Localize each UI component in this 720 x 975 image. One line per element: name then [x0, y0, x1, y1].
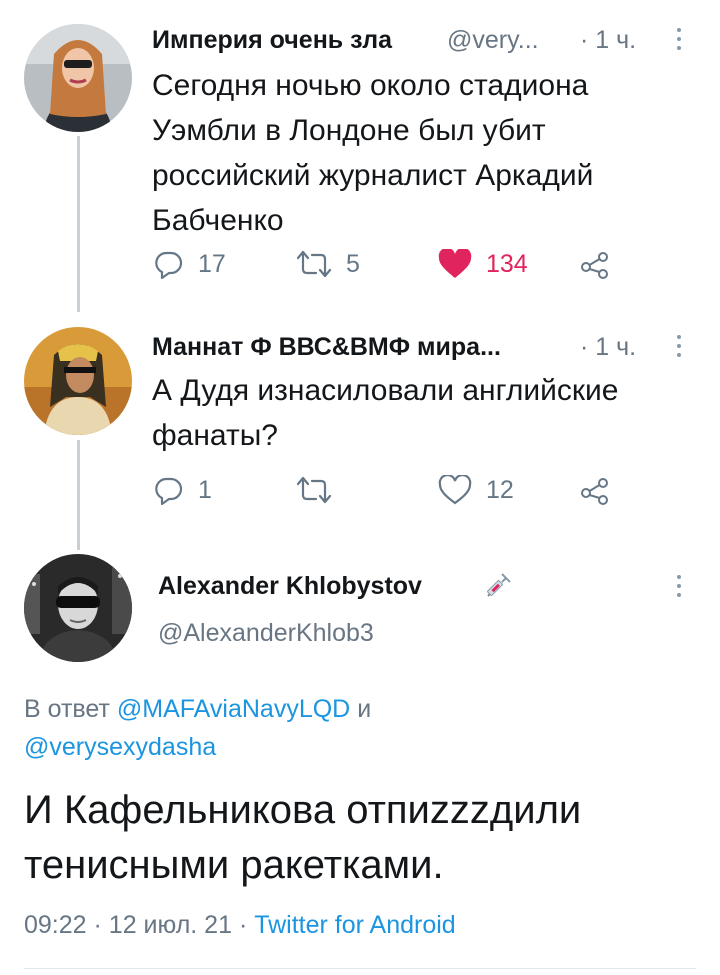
- more-icon[interactable]: [677, 575, 683, 602]
- avatar-image: [24, 24, 132, 132]
- retweet-count: 5: [346, 249, 360, 278]
- retweet-icon: [296, 476, 332, 504]
- share-button[interactable]: [580, 474, 610, 506]
- more-icon[interactable]: [677, 28, 683, 55]
- retweet-icon: [296, 250, 332, 278]
- tweet1-author-handle[interactable]: @very...: [447, 26, 539, 55]
- tweet2-author-name[interactable]: Маннат Ф ВВС&ВМФ мира...: [152, 333, 501, 362]
- main-author-name[interactable]: Alexander Khlobystov: [158, 572, 422, 601]
- reply-prefix: В ответ: [24, 695, 110, 723]
- like-count: 134: [486, 249, 528, 278]
- like-button[interactable]: 134: [438, 248, 528, 280]
- avatar-tweet2[interactable]: [24, 327, 132, 435]
- reply-button[interactable]: 1: [154, 474, 212, 506]
- tweet2-text: А Дудя изнасиловали английские фанаты?: [152, 374, 619, 452]
- main-tweet-meta: 09:22 · 12 июл. 21 · Twitter for Android: [24, 911, 456, 940]
- avatar-main[interactable]: [24, 554, 132, 662]
- main-tweet-source[interactable]: Twitter for Android: [254, 911, 455, 939]
- tweet2-timestamp[interactable]: · 1 ч.: [580, 333, 636, 362]
- tweet1-text: Сегодня ночью около стадиона Уэмбли в Ло…: [152, 69, 594, 237]
- reply-and: и: [357, 695, 372, 723]
- syringe-icon: [482, 570, 514, 607]
- tweet1-timestamp[interactable]: · 1 ч.: [580, 26, 636, 55]
- share-button[interactable]: [580, 248, 610, 280]
- reply-button[interactable]: 17: [154, 248, 226, 280]
- like-button[interactable]: 12: [438, 474, 514, 506]
- reply-icon: [155, 251, 183, 279]
- main-tweet-text: И Кафельникова отпиzzzдили тенисными рак…: [24, 788, 582, 887]
- reply-icon: [155, 477, 183, 505]
- reply-context: В ответ @MAFAviaNavyLQD и @verysexydasha: [24, 690, 684, 766]
- like-count: 12: [486, 475, 514, 504]
- share-icon: [581, 252, 608, 279]
- avatar-image: [24, 554, 132, 662]
- main-tweet-time: 09:22: [24, 911, 87, 939]
- retweet-button[interactable]: [296, 474, 346, 506]
- avatar-tweet1[interactable]: [24, 24, 132, 132]
- thread-line-2: [77, 440, 80, 550]
- tweet1-author-name[interactable]: Империя очень зла: [152, 26, 392, 55]
- reply-count: 17: [198, 249, 226, 278]
- share-icon: [581, 478, 608, 505]
- reply-mention-1[interactable]: @MAFAviaNavyLQD: [117, 695, 350, 723]
- retweet-button[interactable]: 5: [296, 248, 360, 280]
- reply-mention-2[interactable]: @verysexydasha: [24, 733, 216, 761]
- avatar-image: [24, 327, 132, 435]
- thread-line-1: [77, 136, 80, 312]
- main-tweet-date: · 12 июл. 21 ·: [93, 911, 248, 939]
- reply-count: 1: [198, 475, 212, 504]
- like-icon: [438, 475, 472, 505]
- main-author-handle[interactable]: @AlexanderKhlob3: [158, 619, 374, 648]
- like-icon: [438, 249, 472, 278]
- more-icon[interactable]: [677, 335, 683, 362]
- divider: [24, 968, 696, 969]
